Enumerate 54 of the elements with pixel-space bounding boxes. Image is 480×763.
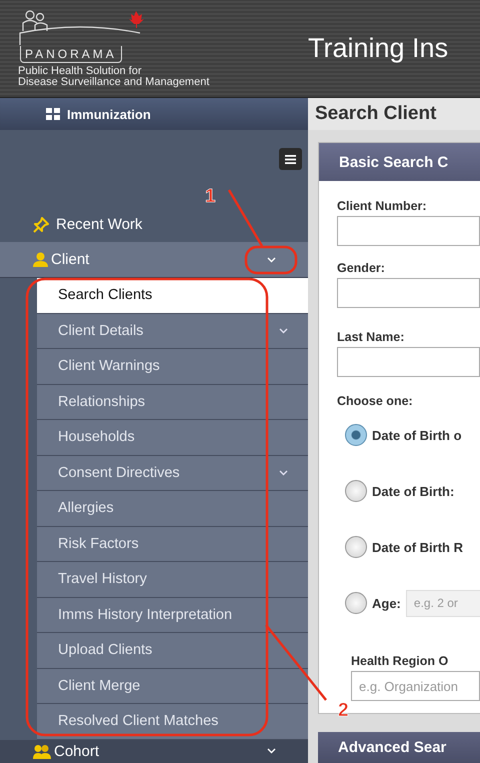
submenu-item[interactable]: Consent Directives	[37, 456, 308, 491]
submenu-item[interactable]: Households	[37, 420, 308, 456]
pushpin-icon	[33, 216, 49, 232]
annotation-number: 2	[338, 700, 349, 722]
highlight-outline	[244, 246, 298, 274]
submenu-item[interactable]: Client Merge	[37, 668, 308, 704]
section-title: Basic Search C	[339, 154, 448, 170]
leader-line	[228, 189, 264, 247]
input-field[interactable]	[337, 216, 480, 246]
grid-icon	[46, 108, 60, 120]
people-icon	[33, 744, 51, 758]
annotation-number: 1	[205, 186, 216, 208]
radio-button[interactable]	[345, 424, 367, 446]
list-icon	[285, 154, 296, 164]
logo-subtitle: Public Health Solution for Disease Surveillance and Management	[18, 66, 210, 88]
radio-label: Age:	[372, 596, 401, 610]
chevron-icon	[267, 748, 276, 754]
radio-label: Date of Birth R	[372, 540, 463, 554]
section-title: Advanced Sear	[338, 739, 446, 756]
submenu-item[interactable]: Allergies	[37, 491, 308, 526]
sidebar-item[interactable]: Recent Work	[0, 207, 148, 242]
submenu-item[interactable]: Resolved Client Matches	[37, 704, 308, 740]
submenu-item[interactable]: Travel History	[37, 562, 308, 598]
radio-label: Date of Birth:	[372, 484, 454, 498]
submenu-item[interactable]: Imms History Interpretation	[37, 598, 308, 633]
choice-heading: Choose one:	[337, 394, 414, 408]
input-field[interactable]: e.g. Organization	[351, 671, 480, 701]
chevron-icon	[267, 256, 276, 262]
module-tab[interactable]: Immunization	[0, 98, 308, 130]
submenu-item[interactable]: Upload Clients	[37, 633, 308, 668]
radio-button[interactable]	[345, 480, 367, 502]
page-title: Search Client	[315, 103, 436, 125]
submenu-item[interactable]: Client Details	[37, 314, 308, 349]
input-field[interactable]	[337, 278, 480, 308]
radio-button[interactable]	[345, 536, 367, 558]
chevron-icon	[279, 328, 288, 334]
radio-label: Date of Birth o	[372, 428, 462, 442]
submenu-item[interactable]: Relationships	[37, 384, 308, 420]
field-label: Health Region O	[351, 654, 450, 668]
field-label: Gender:	[337, 261, 386, 275]
menu-toggle-button[interactable]	[279, 148, 302, 170]
submenu-item[interactable]: Search Clients	[37, 278, 308, 314]
input-field[interactable]	[337, 347, 480, 377]
app-title: Training Ins	[308, 33, 448, 64]
sidebar-group[interactable]: Client	[0, 242, 308, 278]
field-label: Client Number:	[337, 199, 428, 213]
sidebar-group[interactable]: Cohort	[0, 740, 308, 762]
submenu-item[interactable]: Client Warnings	[37, 349, 308, 384]
submenu-item[interactable]: Risk Factors	[37, 526, 308, 562]
logo-wordmark: PANORAMA	[20, 46, 122, 63]
person-icon	[33, 252, 48, 267]
radio-button[interactable]	[345, 592, 367, 614]
chevron-icon	[279, 470, 288, 476]
field-label: Last Name:	[337, 330, 406, 344]
